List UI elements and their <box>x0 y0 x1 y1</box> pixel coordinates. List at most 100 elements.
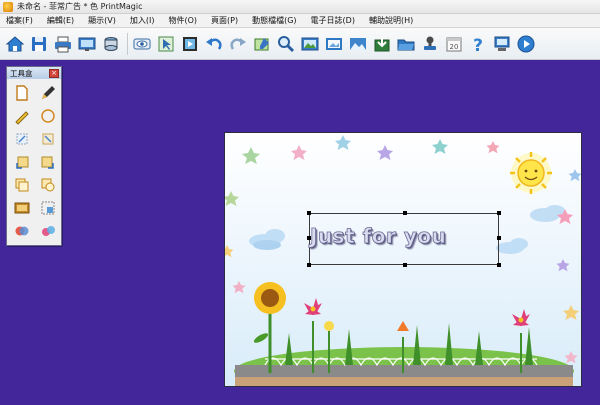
layers-button[interactable] <box>100 33 122 55</box>
page-icon <box>16 85 28 101</box>
stamp-button[interactable] <box>419 33 441 55</box>
insert-background-button[interactable] <box>347 33 369 55</box>
tool-ellipse[interactable] <box>36 105 60 127</box>
help-button[interactable]: ? <box>467 33 489 55</box>
landscape-icon <box>350 37 366 50</box>
undo-button[interactable] <box>203 33 225 55</box>
film-icon <box>183 36 197 51</box>
resize-icon <box>42 133 54 145</box>
edit-image-button[interactable] <box>251 33 273 55</box>
menu-edit[interactable]: 編輯(E) <box>41 15 82 26</box>
tool-color[interactable] <box>36 220 60 242</box>
save-icon <box>32 36 46 51</box>
window-title: 未命名 - 菲常广告 * 色 PrintMagic <box>17 2 143 11</box>
tool-select-area[interactable] <box>36 197 60 219</box>
toolbox-close-button[interactable]: × <box>49 68 59 78</box>
toolbox-panel: 工具盒 × <box>6 66 62 246</box>
tool-line[interactable] <box>10 105 34 127</box>
image-edit-icon <box>254 37 269 50</box>
insert-photo-button[interactable] <box>323 33 345 55</box>
resize-handle-top-right[interactable] <box>497 211 501 215</box>
menu-object[interactable]: 物件(O) <box>162 15 205 26</box>
tool-rotate-right[interactable] <box>36 151 60 173</box>
resize-handle-top[interactable] <box>403 211 407 215</box>
view-button[interactable] <box>131 33 153 55</box>
tool-resize[interactable] <box>36 128 60 150</box>
save-button[interactable] <box>28 33 50 55</box>
import-button[interactable] <box>371 33 393 55</box>
home-button[interactable] <box>4 33 26 55</box>
toolbox-title: 工具盒 <box>10 68 33 78</box>
menu-page[interactable]: 頁面(P) <box>205 15 246 26</box>
print-preview-button[interactable] <box>76 33 98 55</box>
menu-insert[interactable]: 加入(I) <box>124 15 163 26</box>
question-icon: ? <box>473 36 483 54</box>
tool-crop[interactable] <box>10 128 34 150</box>
resize-handle-top-left[interactable] <box>307 211 311 215</box>
play-button[interactable] <box>515 33 537 55</box>
title-bar: 未命名 - 菲常广告 * 色 PrintMagic <box>0 0 600 14</box>
pen-icon <box>42 86 55 99</box>
stamp-icon <box>424 36 436 50</box>
printer-icon <box>55 36 71 52</box>
cursor-icon <box>158 36 174 51</box>
insert-picture-button[interactable] <box>299 33 321 55</box>
calendar-button[interactable]: 20 <box>443 33 465 55</box>
blend-icon <box>15 226 29 236</box>
tool-pen[interactable] <box>36 82 60 104</box>
tool-paste[interactable] <box>36 174 60 196</box>
paste-icon <box>41 178 55 192</box>
pencil-icon <box>15 111 29 125</box>
canvas-page[interactable]: Just for you <box>224 132 582 387</box>
sun-icon <box>510 152 552 194</box>
photo-icon <box>326 37 342 50</box>
resize-handle-bottom-right[interactable] <box>497 263 501 267</box>
film-strip-icon <box>14 202 30 214</box>
menu-help[interactable]: 輔助說明(H) <box>363 15 421 26</box>
computer-icon <box>494 36 510 51</box>
menu-file[interactable]: 檔案(F) <box>0 15 41 26</box>
menu-view[interactable]: 顯示(V) <box>82 15 124 26</box>
svg-text:20: 20 <box>450 43 459 51</box>
marquee-icon <box>41 201 55 215</box>
canvas-greeting-text[interactable]: Just for you <box>310 224 510 249</box>
rotate-left-icon <box>16 156 29 169</box>
online-button[interactable] <box>491 33 513 55</box>
folder-icon <box>397 39 415 50</box>
copy-icon <box>15 178 29 192</box>
redo-button[interactable] <box>227 33 249 55</box>
color-icon <box>42 226 55 236</box>
toolbar-separator <box>127 32 128 55</box>
menu-animation[interactable]: 動態檔檔(G) <box>246 15 304 26</box>
eye-icon <box>133 38 151 49</box>
play-icon <box>517 35 535 52</box>
tool-copy[interactable] <box>10 174 34 196</box>
crop-icon <box>16 133 28 145</box>
tool-new-page[interactable] <box>10 82 34 104</box>
menu-ebook[interactable]: 電子日誌(D) <box>305 15 363 26</box>
undo-icon <box>206 37 222 50</box>
resize-handle-bottom-left[interactable] <box>307 263 311 267</box>
svg-text:?: ? <box>473 36 483 54</box>
calendar-icon: 20 <box>446 37 462 51</box>
play-slideshow-button[interactable] <box>179 33 201 55</box>
resize-handle-bottom[interactable] <box>403 263 407 267</box>
home-icon <box>5 35 25 51</box>
selected-text-box[interactable]: Just for you <box>307 211 501 267</box>
monitor-icon <box>78 37 96 51</box>
tool-blend[interactable] <box>10 220 34 242</box>
toolbox-grid <box>7 79 61 245</box>
tool-rotate-left[interactable] <box>10 151 34 173</box>
tool-frame[interactable] <box>10 197 34 219</box>
toolbox-titlebar[interactable]: 工具盒 × <box>7 67 61 79</box>
open-folder-button[interactable] <box>395 33 417 55</box>
picture-icon <box>301 37 319 50</box>
print-button[interactable] <box>52 33 74 55</box>
menu-bar: 檔案(F) 編輯(E) 顯示(V) 加入(I) 物件(O) 頁面(P) 動態檔檔… <box>0 14 600 28</box>
main-toolbar: 20 ? <box>0 28 600 60</box>
select-button[interactable] <box>155 33 177 55</box>
rotate-right-icon <box>41 156 54 169</box>
download-icon <box>374 36 390 51</box>
magnifier-icon <box>278 35 295 52</box>
zoom-button[interactable] <box>275 33 297 55</box>
